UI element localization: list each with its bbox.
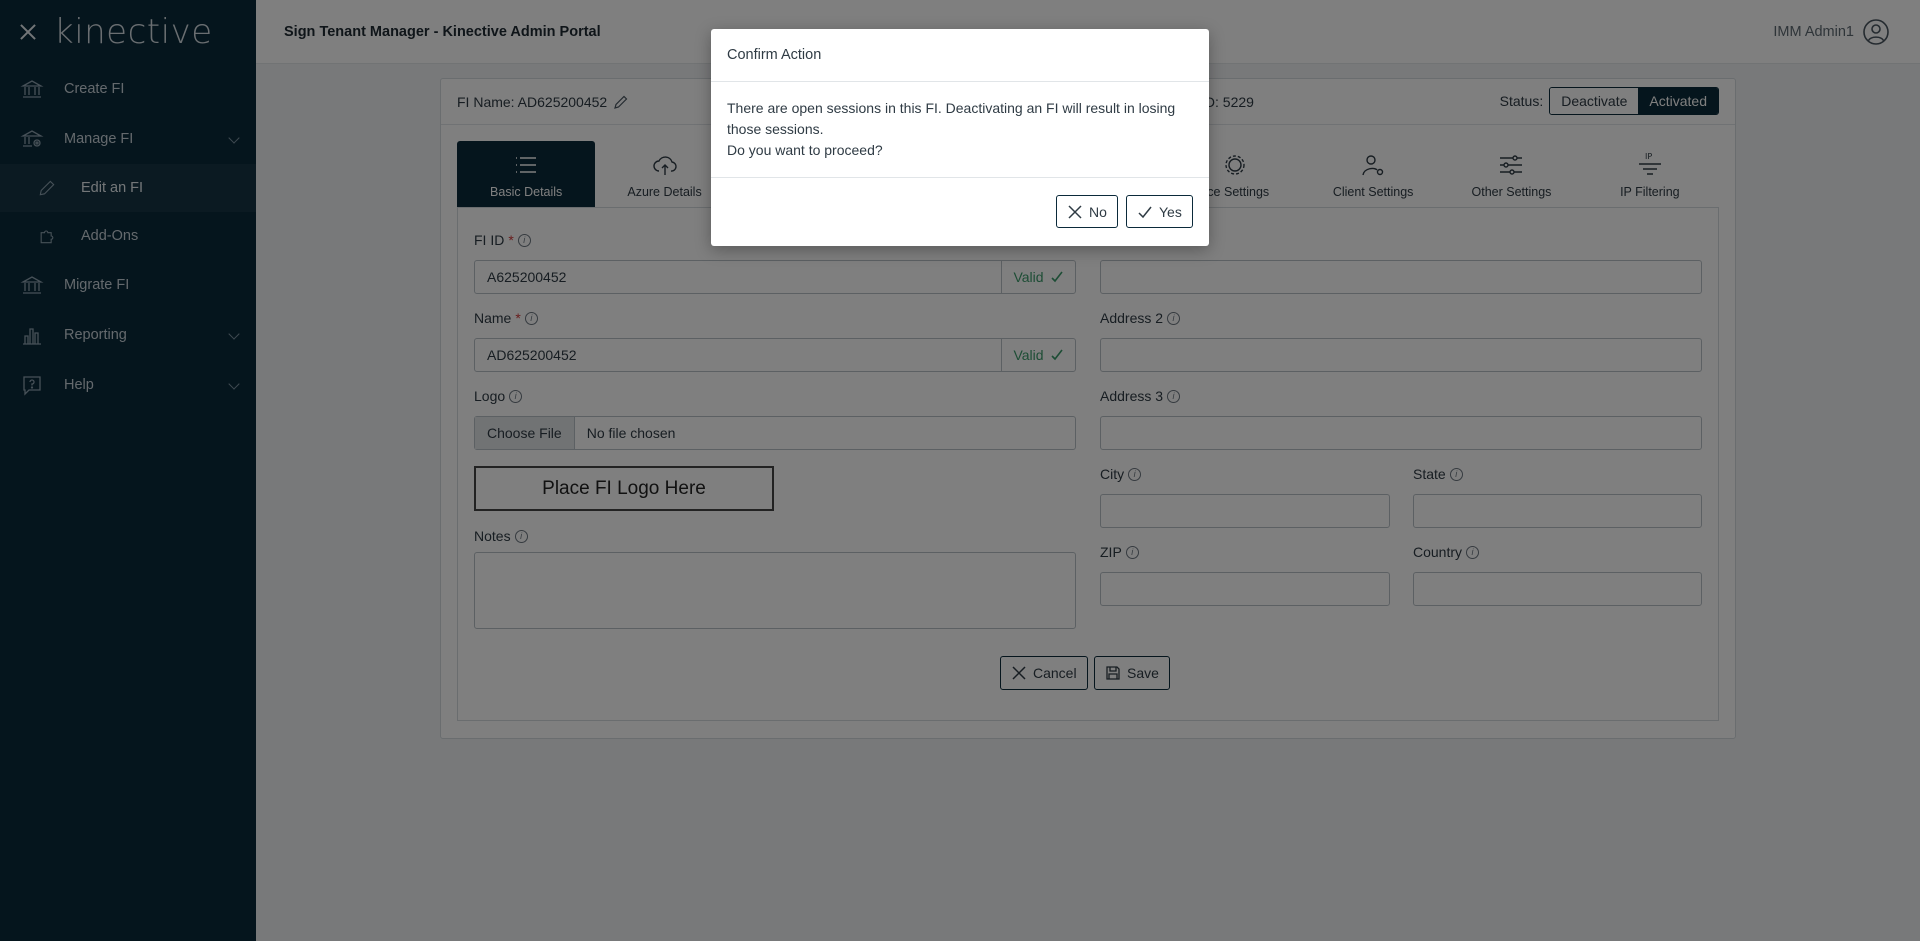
dialog-message: There are open sessions in this FI. Deac… <box>727 100 1176 137</box>
confirm-dialog: Confirm Action There are open sessions i… <box>711 29 1209 246</box>
yes-button[interactable]: Yes <box>1126 195 1193 228</box>
check-icon <box>1138 206 1152 218</box>
dialog-footer: No Yes <box>711 178 1209 245</box>
no-button[interactable]: No <box>1056 195 1118 228</box>
close-icon <box>1068 204 1082 219</box>
dialog-header: Confirm Action <box>711 29 1209 82</box>
dialog-question: Do you want to proceed? <box>727 142 883 158</box>
dialog-title: Confirm Action <box>727 47 822 63</box>
button-label: No <box>1089 203 1107 220</box>
dialog-body: There are open sessions in this FI. Deac… <box>711 82 1209 178</box>
button-label: Yes <box>1159 203 1182 220</box>
